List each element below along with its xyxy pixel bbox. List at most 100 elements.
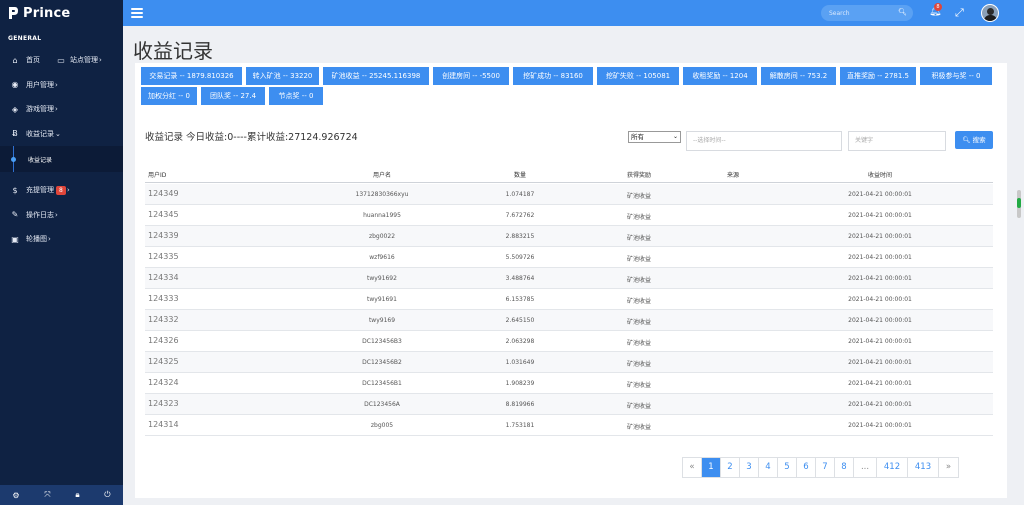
prince-logo-icon (9, 7, 18, 19)
type-select[interactable]: 所有 ⌄ (628, 131, 681, 143)
search-box[interactable]: 🔍︎ (821, 5, 913, 21)
stat-button[interactable]: 挖矿失败 -- 105081 (597, 67, 679, 85)
sidebar-nav: ⌂ 首页 ▭ 站点管理 › ◉ 用户管理 › ◈ 游戏管理 › Ƀ 收益记录 ⌄ 收益记录 $ 充提管理 8 › ✎ 操… (0, 48, 123, 252)
image-icon: ▣ (11, 234, 19, 244)
page-button[interactable]: 413 (908, 458, 939, 477)
table-cell: 矿池收益 (626, 214, 651, 221)
table-cell: 矿池收益 (626, 256, 651, 263)
table-row: 124323 DC123456A 8.819966 矿池收益 2021-04-21 00… (145, 394, 993, 415)
sidebar-item[interactable]: ◈ 游戏管理 › (0, 97, 123, 122)
table-cell: 2021-04-21 00:00:01 (848, 422, 912, 429)
page-button[interactable]: 412 (877, 458, 908, 477)
stat-button[interactable]: 创建房间 -- -5500 (433, 67, 509, 85)
page-button[interactable]: 3 (740, 458, 759, 477)
scrollbar[interactable] (1017, 190, 1021, 218)
table-cell: 2021-04-21 00:00:01 (848, 191, 912, 198)
search-button[interactable]: 🔍︎ 搜索 (955, 131, 993, 149)
expand-icon[interactable]: ⤧ (44, 490, 50, 500)
column-header: 用户名 (372, 172, 391, 179)
column-header: 数量 (513, 172, 526, 179)
bell-icon[interactable]: 🔔︎ 8 (929, 3, 942, 17)
sidebar: Prince GENERAL ⌂ 首页 ▭ 站点管理 › ◉ 用户管理 › ◈ 游戏管理 › Ƀ 收益记… (0, 0, 123, 505)
avatar[interactable] (981, 4, 999, 22)
lock-icon[interactable]: 🔒︎ (75, 490, 79, 500)
page-button[interactable]: 8 (835, 458, 854, 477)
fullscreen-icon[interactable]: ⤢ (955, 6, 964, 20)
sidebar-item[interactable]: ◉ 用户管理 › (0, 73, 123, 98)
sidebar-item-label: 首页 (26, 56, 40, 65)
table-cell: 矿池收益 (626, 319, 651, 326)
table-cell: 2021-04-21 00:00:01 (848, 275, 912, 282)
table-cell: 124323 (148, 399, 179, 408)
prev-page-button[interactable]: « (683, 458, 702, 477)
stat-button[interactable]: 收租奖励 -- 1204 (683, 67, 757, 85)
chevron-right-icon: › (99, 56, 102, 65)
sidebar-item-label: 游戏管理 (26, 105, 54, 114)
sidebar-item-label: 充提管理 (26, 186, 54, 195)
table-cell: 8.819966 (505, 401, 535, 408)
table-cell: 124332 (148, 315, 179, 324)
sidebar-item-label: 轮播图 (26, 235, 47, 244)
page-button[interactable]: 2 (721, 458, 740, 477)
stat-button[interactable]: 交易记录 -- 1879.810326 (141, 67, 242, 85)
table-cell: DC123456B2 (362, 359, 402, 366)
search-icon[interactable]: 🔍︎ (898, 8, 907, 16)
power-icon[interactable]: ⏻ (104, 490, 110, 500)
keyword-input[interactable]: 关键字 (848, 131, 946, 151)
stat-button[interactable]: 团队奖 -- 27.4 (201, 87, 265, 105)
sidebar-subitem[interactable]: 收益记录 (0, 146, 123, 172)
stat-button[interactable]: 节点奖 -- 0 (269, 87, 323, 105)
sidebar-item-label: 用户管理 (26, 80, 54, 89)
page-button[interactable]: 6 (797, 458, 816, 477)
stat-button[interactable]: 转入矿池 -- 33220 (246, 67, 319, 85)
table-cell: huanna1995 (363, 212, 401, 219)
edit-icon: ✎ (11, 210, 19, 220)
stat-button[interactable]: 解散房间 -- 753.2 (761, 67, 836, 85)
stat-button[interactable]: 矿池收益 -- 25245.116398 (323, 67, 429, 85)
stat-button[interactable]: 加权分红 -- 0 (141, 87, 197, 105)
chevron-right-icon: › (48, 235, 51, 244)
table-cell: twy91691 (367, 296, 397, 303)
sidebar-item[interactable]: Ƀ 收益记录 ⌄ (0, 122, 123, 147)
stat-button[interactable]: 直推奖励 -- 2781.5 (840, 67, 916, 85)
topbar: 🔍︎ 🔔︎8 ⤢ (123, 0, 1024, 26)
notification-badge: 8 (934, 3, 942, 11)
table-cell: 124345 (148, 210, 179, 219)
sidebar-item[interactable]: $ 充提管理 8 › (0, 178, 123, 203)
bitcoin-icon: Ƀ (12, 129, 18, 139)
table-cell: 1.031649 (505, 359, 535, 366)
column-header: 来源 (726, 172, 739, 179)
date-input[interactable]: --选择时间-- (686, 131, 842, 151)
page-title: 收益记录 (133, 39, 213, 63)
menu-toggle-icon[interactable] (131, 8, 143, 18)
table-cell: 2021-04-21 00:00:01 (848, 317, 912, 324)
table-cell: 矿池收益 (626, 193, 651, 200)
search-input[interactable] (829, 9, 893, 17)
sidebar-item[interactable]: ▣ 轮播图 › (0, 227, 123, 252)
table-row: 124345 huanna1995 7.672762 矿池收益 2021-04-21 0… (145, 205, 993, 226)
table-row: 124333 twy91691 6.153785 矿池收益 2021-04-21 00:… (145, 289, 993, 310)
sidebar-item[interactable]: ✎ 操作日志 › (0, 203, 123, 228)
table-cell: 矿池收益 (626, 382, 651, 389)
next-page-button[interactable]: » (939, 458, 958, 477)
sidebar-item-label: 收益记录 (26, 129, 54, 138)
table-cell: wzf9616 (369, 254, 395, 261)
stat-button[interactable]: 挖矿成功 -- 83160 (513, 67, 593, 85)
table-cell: 矿池收益 (626, 298, 651, 305)
table-row: 124314 zbg005 1.753181 矿池收益 2021-04-21 00:00… (145, 415, 993, 436)
table-cell: 124333 (148, 294, 179, 303)
sidebar-item[interactable]: ⌂ 首页 ▭ 站点管理 › (0, 48, 123, 73)
page-button[interactable]: 5 (778, 458, 797, 477)
count-badge: 8 (56, 185, 66, 195)
gear-icon[interactable]: ⚙ (12, 491, 19, 500)
table-cell: 2021-04-21 00:00:01 (848, 359, 912, 366)
table-cell: twy91692 (367, 275, 397, 282)
stat-button[interactable]: 积极参与奖 -- 0 (920, 67, 992, 85)
table-cell: 7.672762 (505, 212, 535, 219)
table-cell: 2021-04-21 00:00:01 (848, 212, 912, 219)
table-row: 124334 twy91692 3.488764 矿池收益 2021-04-21 00:… (145, 268, 993, 289)
brand[interactable]: Prince (0, 0, 123, 26)
page-button[interactable]: 7 (816, 458, 835, 477)
page-button[interactable]: 1 (702, 458, 721, 477)
page-button[interactable]: 4 (759, 458, 778, 477)
